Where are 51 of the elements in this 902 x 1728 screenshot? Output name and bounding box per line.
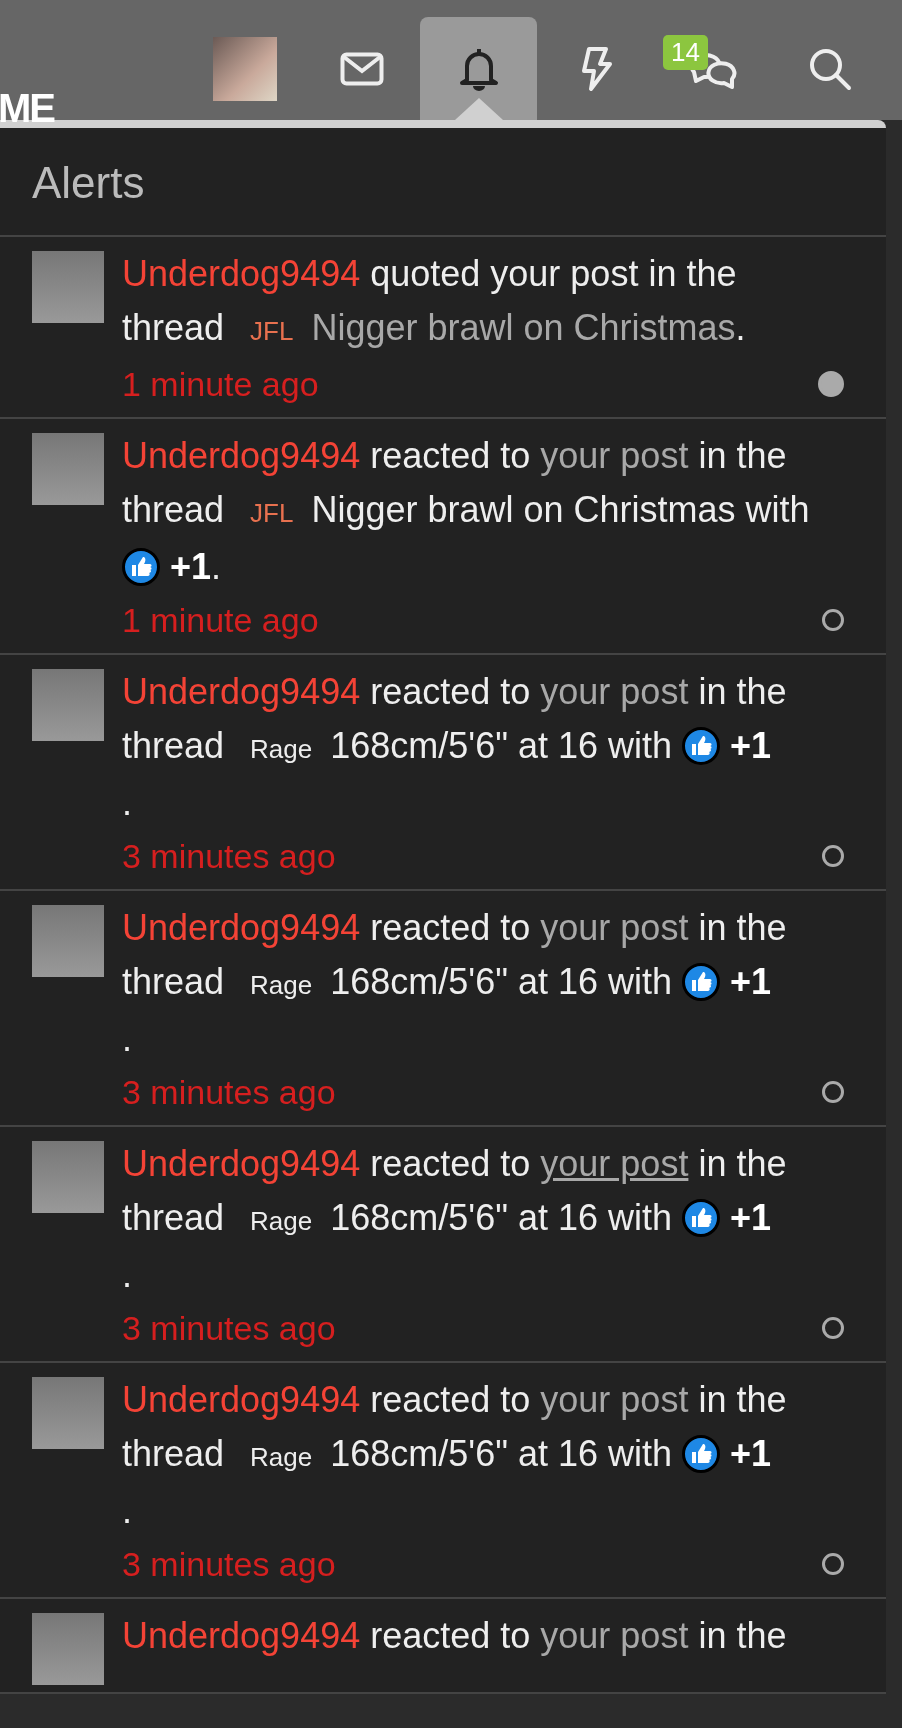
thumbs-up-icon (682, 963, 721, 1001)
username-link[interactable]: Underdog9494 (122, 671, 361, 712)
thread-prefix-label: Rage (250, 970, 313, 1000)
username-link[interactable]: Underdog9494 (122, 253, 361, 294)
search-icon (807, 46, 852, 91)
bell-tab[interactable] (420, 17, 537, 120)
username-link[interactable]: Underdog9494 (122, 1379, 361, 1420)
unread-count-badge: 14 (663, 35, 708, 70)
alert-message: Underdog9494 quoted your post in the thread JFL Nigger brawl on Christmas. (122, 252, 747, 350)
thumbs-up-icon (122, 548, 160, 586)
alert-time: 1 minute ago (122, 600, 319, 640)
post-link[interactable]: your post (540, 1615, 689, 1656)
post-link[interactable]: your post (540, 907, 689, 948)
alert-time: 1 minute ago (122, 364, 319, 404)
envelope-icon (339, 51, 384, 86)
post-link[interactable]: Nigger brawl on Christmas (311, 307, 736, 348)
alert-time: 3 minutes ago (122, 1072, 336, 1112)
thread-prefix-label: Rage (250, 734, 313, 764)
thread-prefix-label: JFL (250, 498, 294, 528)
thread-prefix-label: Rage (250, 1442, 313, 1472)
username-link[interactable]: Underdog9494 (122, 435, 361, 476)
username-link[interactable]: Underdog9494 (122, 1615, 361, 1656)
read-status-dot[interactable] (822, 1081, 844, 1103)
alert-message: Underdog9494 reacted to your post in the thread Rage 168cm/5'6" at 16 with +1 . (122, 1142, 788, 1297)
alert-time: 3 minutes ago (122, 1544, 336, 1584)
alert-message: Underdog9494 reacted to your post in the thread Rage 168cm/5'6" at 16 with +1 . (122, 670, 788, 825)
alert-message: Underdog9494 reacted to your post in the thread Rage 168cm/5'6" at 16 with +1 . (122, 1378, 788, 1533)
thumbs-up-icon (682, 1199, 721, 1237)
thread-prefix-label: Rage (250, 1206, 313, 1236)
alert-message: Underdog9494 reacted to your post in the thread JFL Nigger brawl on Christmas with +1. (122, 434, 811, 589)
read-status-dot[interactable] (818, 371, 844, 397)
panel-title: Alerts (0, 128, 886, 237)
alert-message: Underdog9494 reacted to your post in the thread Rage 168cm/5'6" at 16 with +1 . (122, 906, 788, 1061)
read-status-dot[interactable] (822, 609, 844, 631)
site-logo[interactable]: ME (0, 88, 54, 128)
alert-time: 3 minutes ago (122, 1308, 336, 1348)
read-status-dot[interactable] (822, 1317, 844, 1339)
read-status-dot[interactable] (822, 1553, 844, 1575)
post-link[interactable]: your post (540, 671, 689, 712)
avatar-photo-placeholder (212, 36, 277, 101)
username-link[interactable]: Underdog9494 (122, 1143, 361, 1184)
post-link[interactable]: your post (540, 1143, 689, 1184)
username-link[interactable]: Underdog9494 (122, 907, 361, 948)
post-link[interactable]: your post (540, 435, 689, 476)
thread-prefix-label: JFL (250, 316, 294, 346)
read-status-dot[interactable] (822, 845, 844, 867)
thumbs-up-icon (682, 1435, 721, 1473)
thumbs-up-icon (682, 727, 721, 765)
post-link[interactable]: your post (540, 1379, 689, 1420)
alert-time: 3 minutes ago (122, 836, 336, 876)
alert-message: Underdog9494 reacted to your post in the (122, 1614, 788, 1658)
